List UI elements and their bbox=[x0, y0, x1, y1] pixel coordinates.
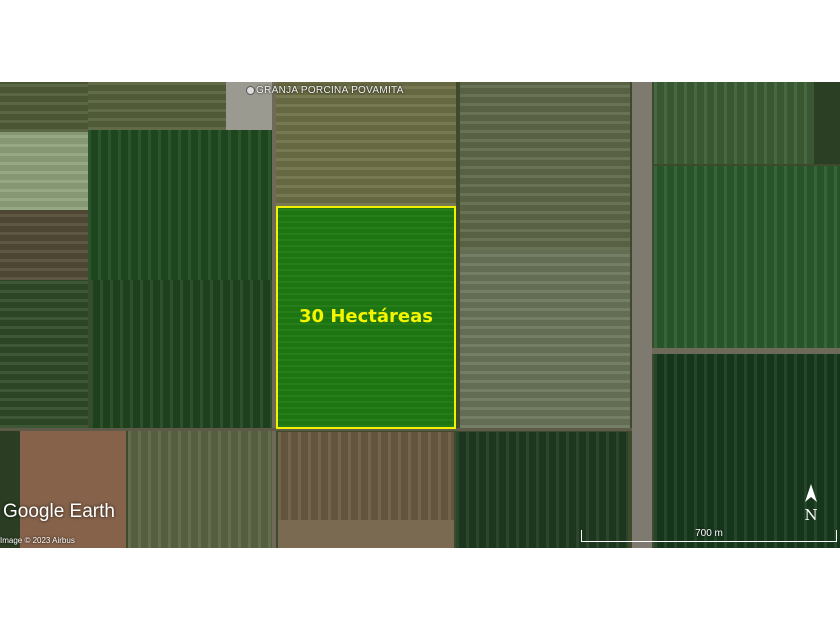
field-patch bbox=[460, 250, 630, 428]
field-patch bbox=[0, 132, 88, 210]
north-arrow: N bbox=[800, 484, 822, 524]
field-patch bbox=[654, 166, 840, 348]
field-patch bbox=[814, 82, 840, 164]
field-patch bbox=[278, 520, 454, 548]
location-pin-icon bbox=[246, 86, 255, 95]
field-patch bbox=[20, 430, 126, 548]
highlighted-parcel[interactable]: 30 Hectáreas bbox=[276, 206, 456, 429]
field-patch bbox=[90, 280, 272, 428]
area-label: 30 Hectáreas bbox=[299, 306, 433, 327]
image-credit: Image © 2023 Airbus bbox=[0, 536, 75, 545]
field-patch bbox=[0, 82, 88, 132]
field-patch bbox=[0, 428, 20, 548]
road bbox=[632, 82, 652, 548]
field-patch bbox=[88, 82, 228, 130]
north-label: N bbox=[804, 506, 818, 524]
field-patch bbox=[128, 430, 274, 548]
field-patch bbox=[460, 82, 630, 250]
field-patch bbox=[278, 432, 454, 520]
satellite-map[interactable]: 30 Hectáreas GRANJA PORCINA POVAMITA Goo… bbox=[0, 82, 840, 548]
field-patch bbox=[88, 130, 272, 280]
road bbox=[652, 348, 840, 354]
farm-label: GRANJA PORCINA POVAMITA bbox=[256, 85, 404, 96]
field-patch bbox=[276, 82, 456, 206]
google-earth-logo: Google Earth bbox=[3, 501, 115, 522]
field-patch bbox=[654, 82, 814, 164]
field-patch bbox=[0, 280, 88, 428]
scale-label: 700 m bbox=[695, 528, 723, 539]
scale-bar: 700 m bbox=[581, 528, 837, 542]
north-arrow-icon bbox=[805, 484, 817, 502]
field-patch bbox=[0, 210, 88, 280]
